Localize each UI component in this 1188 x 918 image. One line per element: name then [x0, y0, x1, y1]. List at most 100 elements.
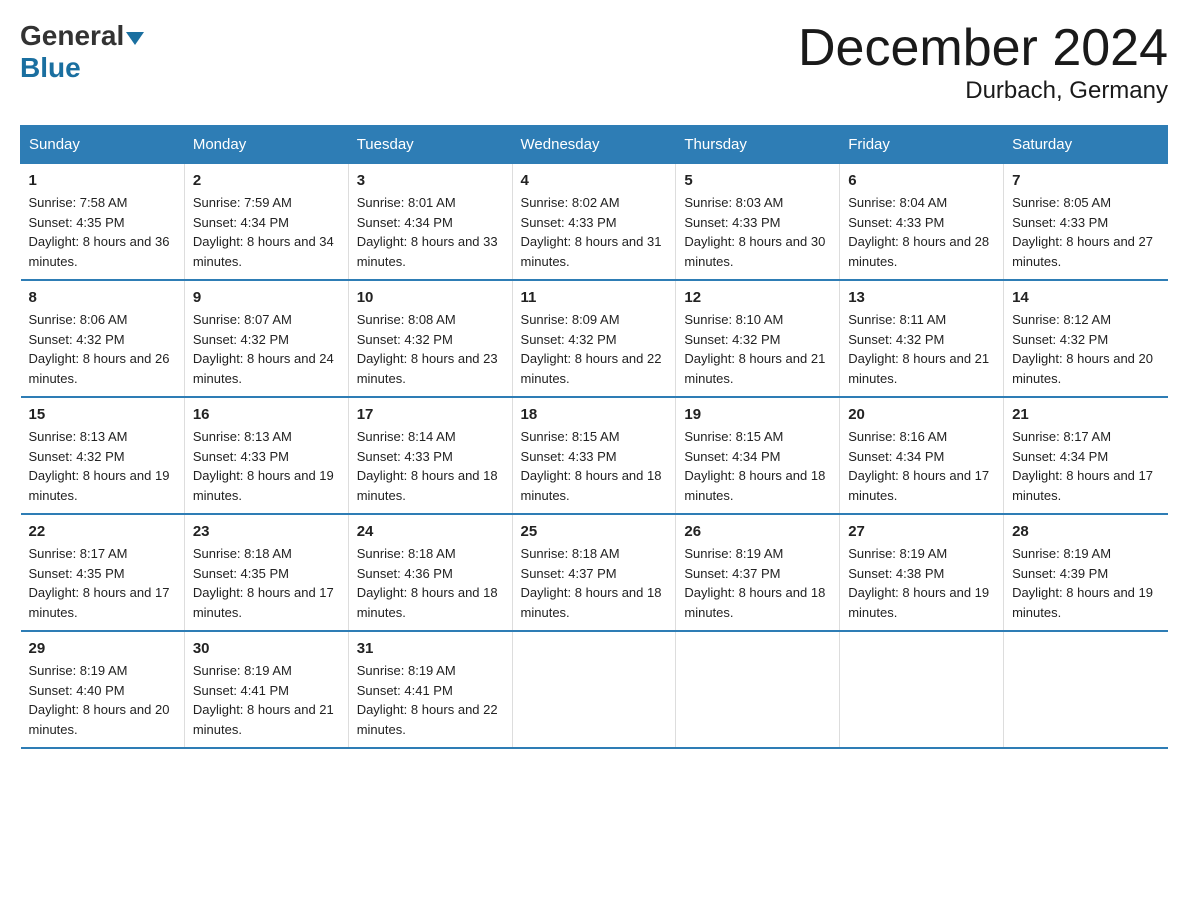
- calendar-cell: 12 Sunrise: 8:10 AMSunset: 4:32 PMDaylig…: [676, 280, 840, 397]
- day-info: Sunrise: 8:19 AMSunset: 4:40 PMDaylight:…: [29, 663, 170, 737]
- day-number: 7: [1012, 172, 1159, 189]
- page-title: December 2024: [798, 20, 1168, 77]
- day-number: 25: [521, 523, 668, 540]
- header-tuesday: Tuesday: [348, 126, 512, 164]
- day-number: 11: [521, 289, 668, 306]
- day-info: Sunrise: 8:06 AMSunset: 4:32 PMDaylight:…: [29, 312, 170, 386]
- calendar-week-row: 29 Sunrise: 8:19 AMSunset: 4:40 PMDaylig…: [21, 631, 1168, 748]
- calendar-cell: 21 Sunrise: 8:17 AMSunset: 4:34 PMDaylig…: [1004, 397, 1168, 514]
- day-info: Sunrise: 7:59 AMSunset: 4:34 PMDaylight:…: [193, 195, 334, 269]
- calendar-cell: 24 Sunrise: 8:18 AMSunset: 4:36 PMDaylig…: [348, 514, 512, 631]
- calendar-cell: 20 Sunrise: 8:16 AMSunset: 4:34 PMDaylig…: [840, 397, 1004, 514]
- calendar-cell: [676, 631, 840, 748]
- day-number: 21: [1012, 406, 1159, 423]
- calendar-cell: 1 Sunrise: 7:58 AMSunset: 4:35 PMDayligh…: [21, 164, 185, 281]
- day-number: 31: [357, 640, 504, 657]
- day-info: Sunrise: 8:11 AMSunset: 4:32 PMDaylight:…: [848, 312, 989, 386]
- day-number: 30: [193, 640, 340, 657]
- day-info: Sunrise: 8:19 AMSunset: 4:39 PMDaylight:…: [1012, 546, 1153, 620]
- day-number: 12: [684, 289, 831, 306]
- header-monday: Monday: [184, 126, 348, 164]
- calendar-cell: 7 Sunrise: 8:05 AMSunset: 4:33 PMDayligh…: [1004, 164, 1168, 281]
- day-number: 22: [29, 523, 176, 540]
- day-number: 28: [1012, 523, 1159, 540]
- calendar-cell: 13 Sunrise: 8:11 AMSunset: 4:32 PMDaylig…: [840, 280, 1004, 397]
- header-saturday: Saturday: [1004, 126, 1168, 164]
- calendar-cell: 29 Sunrise: 8:19 AMSunset: 4:40 PMDaylig…: [21, 631, 185, 748]
- day-info: Sunrise: 8:14 AMSunset: 4:33 PMDaylight:…: [357, 429, 498, 503]
- calendar-cell: [1004, 631, 1168, 748]
- calendar-cell: 11 Sunrise: 8:09 AMSunset: 4:32 PMDaylig…: [512, 280, 676, 397]
- logo-triangle-icon: [126, 32, 144, 45]
- header-thursday: Thursday: [676, 126, 840, 164]
- calendar-cell: 28 Sunrise: 8:19 AMSunset: 4:39 PMDaylig…: [1004, 514, 1168, 631]
- day-info: Sunrise: 8:04 AMSunset: 4:33 PMDaylight:…: [848, 195, 989, 269]
- day-number: 18: [521, 406, 668, 423]
- day-info: Sunrise: 8:02 AMSunset: 4:33 PMDaylight:…: [521, 195, 662, 269]
- day-info: Sunrise: 8:08 AMSunset: 4:32 PMDaylight:…: [357, 312, 498, 386]
- day-info: Sunrise: 8:18 AMSunset: 4:35 PMDaylight:…: [193, 546, 334, 620]
- title-block: December 2024 Durbach, Germany: [798, 20, 1168, 105]
- day-number: 10: [357, 289, 504, 306]
- calendar-cell: 10 Sunrise: 8:08 AMSunset: 4:32 PMDaylig…: [348, 280, 512, 397]
- day-number: 1: [29, 172, 176, 189]
- day-info: Sunrise: 8:17 AMSunset: 4:34 PMDaylight:…: [1012, 429, 1153, 503]
- calendar-cell: 22 Sunrise: 8:17 AMSunset: 4:35 PMDaylig…: [21, 514, 185, 631]
- day-number: 19: [684, 406, 831, 423]
- calendar-cell: 25 Sunrise: 8:18 AMSunset: 4:37 PMDaylig…: [512, 514, 676, 631]
- day-info: Sunrise: 8:05 AMSunset: 4:33 PMDaylight:…: [1012, 195, 1153, 269]
- calendar-week-row: 8 Sunrise: 8:06 AMSunset: 4:32 PMDayligh…: [21, 280, 1168, 397]
- day-number: 3: [357, 172, 504, 189]
- day-number: 9: [193, 289, 340, 306]
- calendar-cell: [840, 631, 1004, 748]
- calendar-cell: 9 Sunrise: 8:07 AMSunset: 4:32 PMDayligh…: [184, 280, 348, 397]
- day-info: Sunrise: 8:16 AMSunset: 4:34 PMDaylight:…: [848, 429, 989, 503]
- day-number: 6: [848, 172, 995, 189]
- calendar-cell: [512, 631, 676, 748]
- day-number: 2: [193, 172, 340, 189]
- calendar-cell: 23 Sunrise: 8:18 AMSunset: 4:35 PMDaylig…: [184, 514, 348, 631]
- calendar-cell: 18 Sunrise: 8:15 AMSunset: 4:33 PMDaylig…: [512, 397, 676, 514]
- day-info: Sunrise: 8:12 AMSunset: 4:32 PMDaylight:…: [1012, 312, 1153, 386]
- header-sunday: Sunday: [21, 126, 185, 164]
- day-number: 15: [29, 406, 176, 423]
- day-number: 8: [29, 289, 176, 306]
- calendar-week-row: 1 Sunrise: 7:58 AMSunset: 4:35 PMDayligh…: [21, 164, 1168, 281]
- day-info: Sunrise: 8:19 AMSunset: 4:41 PMDaylight:…: [193, 663, 334, 737]
- calendar-cell: 26 Sunrise: 8:19 AMSunset: 4:37 PMDaylig…: [676, 514, 840, 631]
- calendar-cell: 4 Sunrise: 8:02 AMSunset: 4:33 PMDayligh…: [512, 164, 676, 281]
- calendar-week-row: 15 Sunrise: 8:13 AMSunset: 4:32 PMDaylig…: [21, 397, 1168, 514]
- calendar-cell: 14 Sunrise: 8:12 AMSunset: 4:32 PMDaylig…: [1004, 280, 1168, 397]
- calendar-cell: 2 Sunrise: 7:59 AMSunset: 4:34 PMDayligh…: [184, 164, 348, 281]
- logo-blue: Blue: [20, 52, 81, 83]
- day-info: Sunrise: 8:09 AMSunset: 4:32 PMDaylight:…: [521, 312, 662, 386]
- calendar-cell: 16 Sunrise: 8:13 AMSunset: 4:33 PMDaylig…: [184, 397, 348, 514]
- day-number: 27: [848, 523, 995, 540]
- calendar-table: Sunday Monday Tuesday Wednesday Thursday…: [20, 125, 1168, 749]
- day-info: Sunrise: 8:17 AMSunset: 4:35 PMDaylight:…: [29, 546, 170, 620]
- day-info: Sunrise: 8:07 AMSunset: 4:32 PMDaylight:…: [193, 312, 334, 386]
- calendar-cell: 30 Sunrise: 8:19 AMSunset: 4:41 PMDaylig…: [184, 631, 348, 748]
- calendar-cell: 17 Sunrise: 8:14 AMSunset: 4:33 PMDaylig…: [348, 397, 512, 514]
- logo: General Blue: [20, 20, 144, 84]
- day-number: 14: [1012, 289, 1159, 306]
- calendar-cell: 15 Sunrise: 8:13 AMSunset: 4:32 PMDaylig…: [21, 397, 185, 514]
- day-info: Sunrise: 8:01 AMSunset: 4:34 PMDaylight:…: [357, 195, 498, 269]
- day-info: Sunrise: 7:58 AMSunset: 4:35 PMDaylight:…: [29, 195, 170, 269]
- page-header: General Blue December 2024 Durbach, Germ…: [20, 20, 1168, 105]
- calendar-header-row: Sunday Monday Tuesday Wednesday Thursday…: [21, 126, 1168, 164]
- header-wednesday: Wednesday: [512, 126, 676, 164]
- day-number: 13: [848, 289, 995, 306]
- day-number: 5: [684, 172, 831, 189]
- day-number: 16: [193, 406, 340, 423]
- day-info: Sunrise: 8:19 AMSunset: 4:41 PMDaylight:…: [357, 663, 498, 737]
- calendar-cell: 3 Sunrise: 8:01 AMSunset: 4:34 PMDayligh…: [348, 164, 512, 281]
- calendar-cell: 31 Sunrise: 8:19 AMSunset: 4:41 PMDaylig…: [348, 631, 512, 748]
- day-info: Sunrise: 8:10 AMSunset: 4:32 PMDaylight:…: [684, 312, 825, 386]
- day-info: Sunrise: 8:15 AMSunset: 4:33 PMDaylight:…: [521, 429, 662, 503]
- day-info: Sunrise: 8:19 AMSunset: 4:38 PMDaylight:…: [848, 546, 989, 620]
- day-number: 29: [29, 640, 176, 657]
- day-info: Sunrise: 8:03 AMSunset: 4:33 PMDaylight:…: [684, 195, 825, 269]
- day-number: 23: [193, 523, 340, 540]
- calendar-cell: 19 Sunrise: 8:15 AMSunset: 4:34 PMDaylig…: [676, 397, 840, 514]
